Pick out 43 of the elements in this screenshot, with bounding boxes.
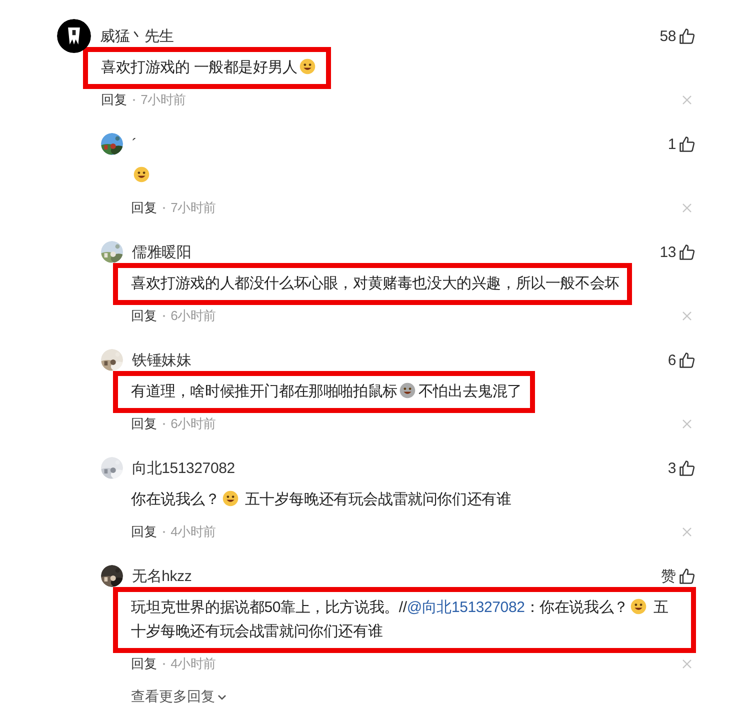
reply-button[interactable]: 回复 [131,655,157,673]
comment-text: ：你在说我么？ [524,599,628,616]
like-count: 6 [668,352,676,368]
thumbs-up-icon[interactable] [678,27,696,45]
reply-button[interactable]: 回复 [131,199,157,217]
comment-text: 不怕出去鬼混了 [418,383,522,400]
username[interactable]: 威猛丶先生 [100,26,174,46]
thumbs-up-icon[interactable] [678,459,696,477]
comment-text: 五十岁每晚还有玩会战雷就问你们还有谁 [244,491,512,508]
chevron-down-icon [217,692,227,702]
username[interactable]: 向北151327082 [132,458,235,478]
mention-link[interactable]: @向北151327082 [406,599,525,616]
comment-text: 有道理，啥时候推开门都在那啪啪拍鼠标 [131,383,398,400]
comment-text: 你在说我么？ [131,491,220,508]
more-replies-button[interactable]: 查看更多回复 [101,688,227,706]
like-count: 赞 [661,566,676,586]
username[interactable]: 无名hkzz [132,566,192,586]
comment-text: 喜欢打游戏的人都没什么坏心眼，对黄赌毒也没大的兴趣，所以一般不会坏 [131,275,620,292]
timestamp: 4小时前 [170,655,216,673]
comment-text: 五 [652,599,668,616]
timestamp: 6小时前 [170,415,216,433]
comment-text: 喜欢打游戏的 一般都是好男人 [101,59,298,76]
reply-button[interactable]: 回复 [131,307,157,325]
reply-button[interactable]: 回复 [101,91,127,109]
comment-text: 玩坦克世界的据说都50靠上，比方说我。// [131,599,407,616]
timestamp: 7小时前 [170,199,216,217]
username[interactable]: ´ [132,136,137,152]
like-count: 58 [660,28,676,44]
username[interactable]: 铁锤妹妹 [132,350,192,370]
timestamp: 4小时前 [170,523,216,541]
like-count: 13 [660,244,676,260]
like-count: 1 [668,136,676,152]
timestamp: 6小时前 [170,307,216,325]
thumbs-up-icon[interactable] [678,351,696,369]
reply-button[interactable]: 回复 [131,415,157,433]
thumbs-up-icon[interactable] [678,135,696,153]
thumbs-up-icon[interactable] [678,567,696,585]
username[interactable]: 儒雅暖阳 [132,242,192,262]
thumbs-up-icon[interactable] [678,243,696,261]
like-count: 3 [668,460,676,476]
reply-button[interactable]: 回复 [131,523,157,541]
timestamp: 7小时前 [140,91,186,109]
comment-text: 十岁每晚还有玩会战雷就问你们还有谁 [131,623,383,640]
